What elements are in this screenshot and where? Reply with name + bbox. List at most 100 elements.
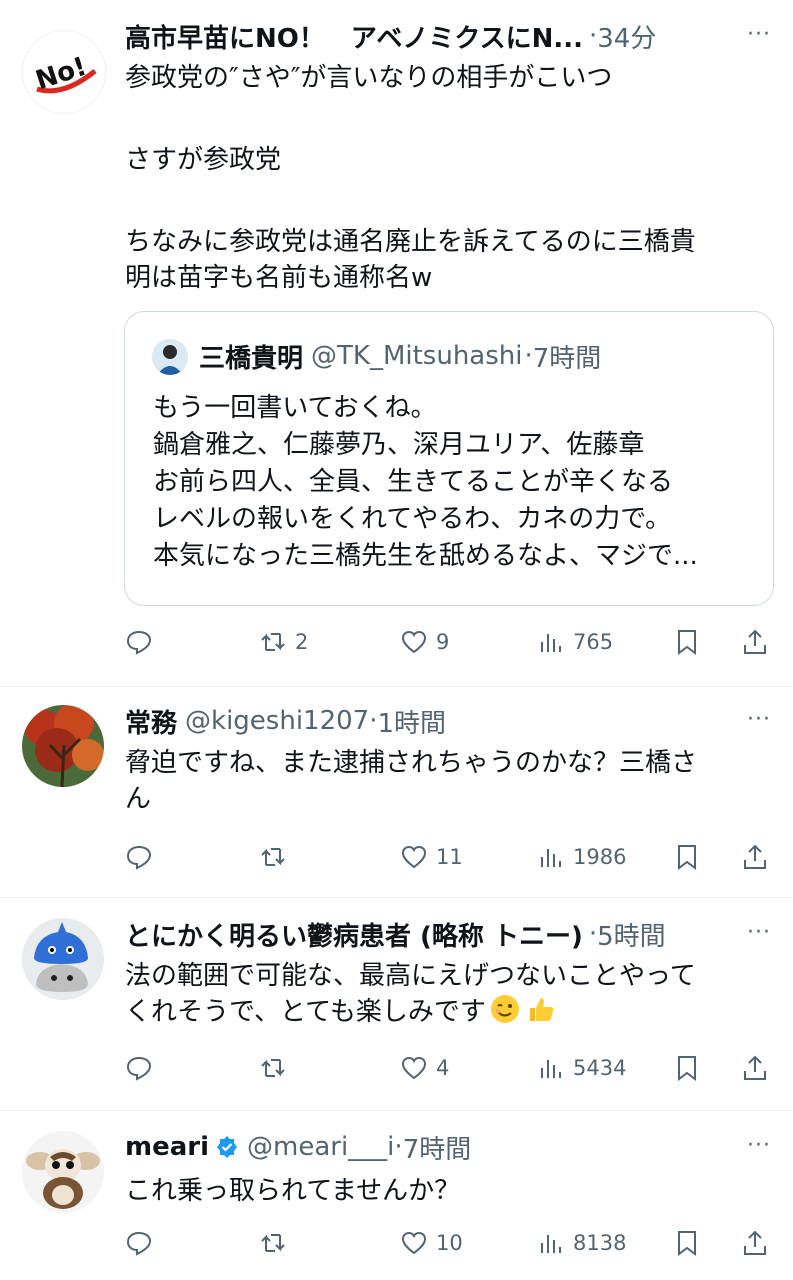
- views-icon: [541, 849, 561, 867]
- retweet-button[interactable]: [259, 1048, 295, 1088]
- bookmark-icon: [678, 1231, 696, 1256]
- timestamp[interactable]: 7時間: [403, 1129, 472, 1166]
- post-1[interactable]: No! 高市早苗にNO！ アベノミクスにN... · 34分 ··· 参政党の″…: [0, 0, 793, 686]
- text-line: さすが参政党: [125, 145, 282, 175]
- views-button[interactable]: 1986: [537, 837, 626, 877]
- share-icon: [744, 844, 766, 869]
- author-name[interactable]: 常務: [125, 703, 177, 740]
- post-header: 高市早苗にNO！ アベノミクスにN... · 34分: [125, 16, 703, 56]
- reply-button[interactable]: [125, 1048, 161, 1088]
- share-button[interactable]: [741, 1223, 769, 1263]
- like-count: 9: [436, 630, 450, 654]
- verified-badge-icon: [217, 1136, 238, 1158]
- avatar[interactable]: [22, 705, 104, 787]
- action-bar: 4 5434: [125, 1048, 775, 1088]
- more-options-icon[interactable]: ···: [747, 22, 771, 47]
- author-handle[interactable]: @meari___i: [247, 1132, 394, 1162]
- post-text: これ乗っ取られてませんか？: [125, 1173, 763, 1209]
- views-button[interactable]: 765: [537, 622, 613, 662]
- text-line: 参政党の″さや″が言いなりの相手がこいつ: [125, 63, 613, 93]
- like-icon: [401, 1056, 427, 1080]
- like-button[interactable]: 9: [400, 622, 449, 662]
- timestamp[interactable]: 1時間: [377, 703, 446, 740]
- view-count: 5434: [573, 1056, 627, 1080]
- retweet-button[interactable]: [259, 837, 295, 877]
- quote-header: 三橋貴明 @TK_Mitsuhashi · 7時間: [199, 336, 601, 376]
- reply-button[interactable]: [125, 1223, 161, 1263]
- action-bar: 11 1986: [125, 837, 775, 877]
- post-text: 参政党の″さや″が言いなりの相手がこいつ さすが参政党 ちなみに参政党は通名廃止…: [125, 60, 763, 296]
- author-name[interactable]: 高市早苗にNO！ アベノミクスにN...: [125, 18, 583, 55]
- retweet-icon: [261, 1234, 285, 1252]
- retweet-icon: [261, 633, 285, 651]
- timestamp[interactable]: 5時間: [597, 916, 666, 953]
- quote-author-name: 三橋貴明: [199, 343, 304, 374]
- like-count: 11: [436, 845, 463, 869]
- bookmark-button[interactable]: [673, 1048, 701, 1088]
- bookmark-button[interactable]: [673, 622, 701, 662]
- avatar[interactable]: [22, 918, 104, 1000]
- avatar[interactable]: No!: [22, 30, 106, 114]
- like-icon: [401, 630, 427, 654]
- text-line: 鍋倉雅之、仁藤夢乃、深月ユリア、佐藤章: [153, 430, 645, 460]
- author-name[interactable]: とにかく明るい鬱病患者 (略称 トニー): [125, 916, 583, 953]
- like-count: 4: [436, 1056, 450, 1080]
- quoted-post[interactable]: 三橋貴明 @TK_Mitsuhashi · 7時間 もう一回書いておくね。 鍋倉…: [124, 311, 774, 606]
- share-button[interactable]: [741, 837, 769, 877]
- view-count: 765: [573, 630, 614, 654]
- person-icon: [152, 339, 188, 375]
- quote-text: もう一回書いておくね。 鍋倉雅之、仁藤夢乃、深月ユリア、佐藤章 お前ら四人、全員…: [153, 390, 753, 575]
- winking-face-emoji: [490, 995, 519, 1023]
- text-line: これ乗っ取られてませんか？: [125, 1176, 461, 1206]
- post-4[interactable]: meari @meari___i · 7時間 ··· これ乗っ取られてませんか？…: [0, 1111, 793, 1280]
- more-options-icon[interactable]: ···: [747, 707, 771, 732]
- text-line: 本気になった三橋先生を舐めるなよ、マジで...: [153, 541, 698, 571]
- views-button[interactable]: 8138: [537, 1223, 626, 1263]
- more-options-icon[interactable]: ···: [747, 920, 771, 945]
- avatar[interactable]: [22, 1131, 104, 1213]
- gizmo-plush-photo: [22, 1131, 104, 1213]
- share-icon: [744, 1230, 766, 1255]
- like-button[interactable]: 10: [400, 1223, 463, 1263]
- bookmark-icon: [678, 630, 696, 655]
- retweet-button[interactable]: 2: [259, 622, 308, 662]
- text-line: 明は苗字も名前も通称名w: [125, 263, 433, 293]
- reply-button[interactable]: [125, 837, 161, 877]
- reply-button[interactable]: [125, 622, 161, 662]
- share-button[interactable]: [741, 622, 769, 662]
- retweet-button[interactable]: [259, 1223, 295, 1263]
- bookmark-button[interactable]: [673, 1223, 701, 1263]
- retweet-count: 2: [295, 630, 309, 654]
- post-text: 脅迫ですね、また逮捕されちゃうのかな？三橋さ ん: [125, 745, 763, 817]
- post-3[interactable]: とにかく明るい鬱病患者 (略称 トニー) · 5時間 ··· 法の範囲で可能な、…: [0, 898, 793, 1110]
- timestamp[interactable]: 34分: [597, 18, 656, 55]
- like-button[interactable]: 4: [400, 1048, 449, 1088]
- reply-icon: [126, 630, 152, 655]
- bookmark-button[interactable]: [673, 837, 701, 877]
- views-button[interactable]: 5434: [537, 1048, 626, 1088]
- post-text: 法の範囲で可能な、最高にえげつないことやって くれそうで、とても楽しみです: [125, 958, 763, 1030]
- reply-icon: [126, 845, 152, 870]
- post-header: 常務 @kigeshi1207 · 1時間: [125, 701, 703, 741]
- more-options-icon[interactable]: ···: [747, 1133, 771, 1158]
- quote-timestamp: 7時間: [532, 343, 602, 374]
- quote-author-handle: @TK_Mitsuhashi: [311, 341, 523, 371]
- text-line-with-emoji: くれそうで、とても楽しみです: [125, 994, 763, 1030]
- like-icon: [401, 1231, 427, 1255]
- like-count: 10: [436, 1231, 463, 1255]
- quote-avatar[interactable]: [152, 339, 188, 375]
- post-2[interactable]: 常務 @kigeshi1207 · 1時間 ··· 脅迫ですね、また逮捕されちゃ…: [0, 687, 793, 897]
- text-line: [125, 96, 763, 132]
- bookmark-icon: [678, 1056, 696, 1081]
- author-name[interactable]: meari: [125, 1132, 209, 1162]
- views-icon: [541, 1235, 561, 1253]
- post-header: とにかく明るい鬱病患者 (略称 トニー) · 5時間: [125, 914, 703, 954]
- share-button[interactable]: [741, 1048, 769, 1088]
- author-handle[interactable]: @kigeshi1207: [185, 706, 369, 736]
- views-icon: [541, 634, 561, 652]
- share-icon: [744, 629, 766, 654]
- text-line: [125, 178, 763, 214]
- text-line: もう一回書いておくね。: [153, 393, 437, 423]
- like-button[interactable]: 11: [400, 837, 463, 877]
- post-header: meari @meari___i · 7時間: [125, 1127, 703, 1167]
